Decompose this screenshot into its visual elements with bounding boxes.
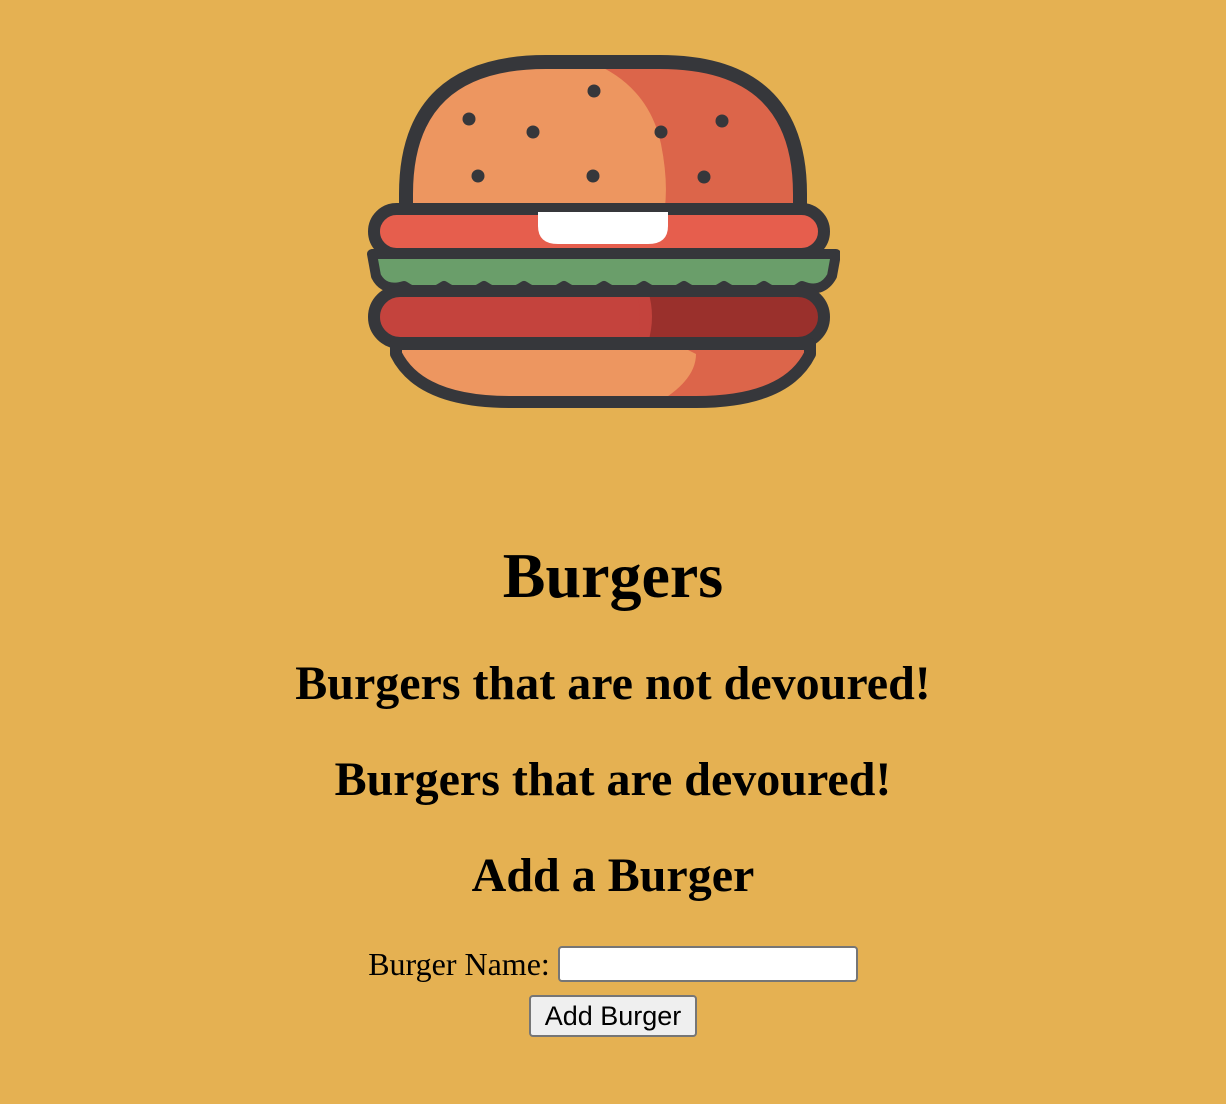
submit-row: Add Burger (0, 995, 1226, 1037)
burger-name-label: Burger Name: (368, 946, 550, 982)
burger-logo (366, 54, 840, 408)
page-title: Burgers (502, 540, 724, 611)
hamburger-icon (367, 55, 840, 408)
devoured-burgers-heading: Burgers that are devoured! (334, 753, 892, 806)
undevoured-burgers-heading: Burgers that are not devoured! (295, 657, 931, 710)
add-burger-button[interactable]: Add Burger (529, 995, 697, 1037)
add-burger-heading: Add a Burger (471, 849, 755, 902)
burger-name-row: Burger Name: (0, 942, 1226, 986)
burger-name-input[interactable] (557, 946, 858, 982)
